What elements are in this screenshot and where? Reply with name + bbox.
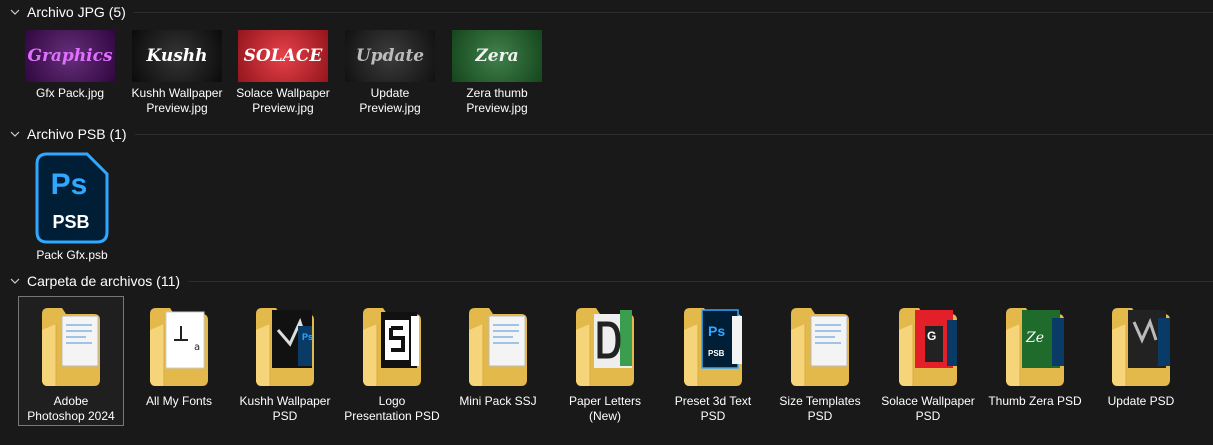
group-divider	[134, 133, 1213, 135]
svg-text:Ps: Ps	[302, 332, 313, 342]
folder-label: Mini Pack SSJ	[459, 394, 537, 408]
folder-label: Preset 3d Text PSD	[674, 394, 752, 423]
file-label: Update Preview.jpg	[359, 86, 421, 115]
file-label: Zera thumb Preview.jpg	[466, 86, 528, 115]
file-item-jpg[interactable]: Update Update Preview.jpg	[339, 30, 441, 115]
folder-label: Thumb Zera PSD	[988, 394, 1082, 408]
file-label: Pack Gfx.psb	[36, 248, 108, 262]
chevron-down-icon[interactable]	[9, 275, 21, 287]
file-item-jpg[interactable]: Kushh Kushh Wallpaper Preview.jpg	[126, 30, 228, 115]
folder-label: Size Templates PSD	[779, 394, 861, 423]
folder-label: Update PSD	[1107, 394, 1175, 408]
group-divider	[188, 280, 1213, 282]
svg-text:a: a	[194, 342, 200, 353]
group-header-psb[interactable]: Archivo PSB (1)	[0, 124, 1213, 144]
photoshop-psb-icon: Ps PSB	[35, 152, 109, 244]
folder-icon: G	[893, 300, 963, 390]
file-label: Solace Wallpaper Preview.jpg	[236, 86, 330, 115]
folder-item[interactable]: Size Templates PSD	[768, 300, 872, 423]
group-header-jpg[interactable]: Archivo JPG (5)	[0, 2, 1213, 22]
folder-item[interactable]: Ze Thumb Zera PSD	[983, 300, 1087, 409]
folder-icon: Ze	[1000, 300, 1070, 390]
image-thumbnail: Update	[345, 30, 435, 82]
file-item-jpg[interactable]: SOLACE Solace Wallpaper Preview.jpg	[232, 30, 334, 115]
svg-text:PSB: PSB	[708, 349, 725, 358]
folder-item[interactable]: Logo Presentation PSD	[340, 300, 444, 423]
group-title: Carpeta de archivos (11)	[27, 273, 181, 289]
folder-icon	[36, 300, 106, 390]
image-thumbnail: Graphics	[25, 30, 115, 82]
group-title: Archivo JPG (5)	[27, 4, 126, 20]
svg-text:Ze: Ze	[1025, 330, 1044, 346]
folder-icon	[463, 300, 533, 390]
folder-icon	[785, 300, 855, 390]
folder-item[interactable]: Paper Letters (New)	[553, 300, 657, 423]
folder-icon	[1106, 300, 1176, 390]
file-item-jpg[interactable]: Graphics Gfx Pack.jpg	[19, 30, 121, 101]
group-title: Archivo PSB (1)	[27, 126, 127, 142]
folder-icon: a	[144, 300, 214, 390]
svg-text:G: G	[927, 329, 936, 343]
file-label: Gfx Pack.jpg	[35, 86, 105, 100]
psb-text: PSB	[52, 212, 89, 232]
file-item-psb[interactable]: Ps PSB Pack Gfx.psb	[25, 152, 119, 263]
thumbnail-text: Graphics	[27, 46, 113, 66]
group-divider	[133, 11, 1213, 13]
folder-item[interactable]: Adobe Photoshop 2024	[19, 300, 123, 423]
folder-item[interactable]: Ps PSB Preset 3d Text PSD	[661, 300, 765, 423]
folder-icon: Ps PSB	[678, 300, 748, 390]
ps-text: Ps	[51, 168, 88, 201]
folder-label: All My Fonts	[145, 394, 212, 408]
thumbnail-text: SOLACE	[243, 46, 323, 66]
folder-item[interactable]: Update PSD	[1089, 300, 1193, 409]
folder-icon	[357, 300, 427, 390]
group-header-folders[interactable]: Carpeta de archivos (11)	[0, 271, 1213, 291]
folder-item[interactable]: a All My Fonts	[127, 300, 231, 409]
folder-icon: Ps	[250, 300, 320, 390]
folder-label: Logo Presentation PSD	[344, 394, 440, 423]
folder-item[interactable]: Mini Pack SSJ	[446, 300, 550, 409]
chevron-down-icon[interactable]	[9, 128, 21, 140]
folder-label: Paper Letters (New)	[568, 394, 642, 423]
folder-item[interactable]: Ps Kushh Wallpaper PSD	[233, 300, 337, 423]
file-label: Kushh Wallpaper Preview.jpg	[131, 86, 223, 115]
thumbnail-text: Zera	[475, 46, 519, 66]
image-thumbnail: Kushh	[132, 30, 222, 82]
folder-icon	[570, 300, 640, 390]
folder-item[interactable]: G Solace Wallpaper PSD	[876, 300, 980, 423]
folder-label: Adobe Photoshop 2024	[27, 394, 115, 423]
file-item-jpg[interactable]: Zera Zera thumb Preview.jpg	[446, 30, 548, 115]
image-thumbnail: Zera	[452, 30, 542, 82]
folder-label: Solace Wallpaper PSD	[881, 394, 975, 423]
thumbnail-text: Kushh	[146, 46, 208, 66]
thumbnail-text: Update	[355, 46, 425, 66]
chevron-down-icon[interactable]	[9, 6, 21, 18]
svg-text:Ps: Ps	[708, 323, 725, 339]
image-thumbnail: SOLACE	[238, 30, 328, 82]
folder-label: Kushh Wallpaper PSD	[239, 394, 331, 423]
